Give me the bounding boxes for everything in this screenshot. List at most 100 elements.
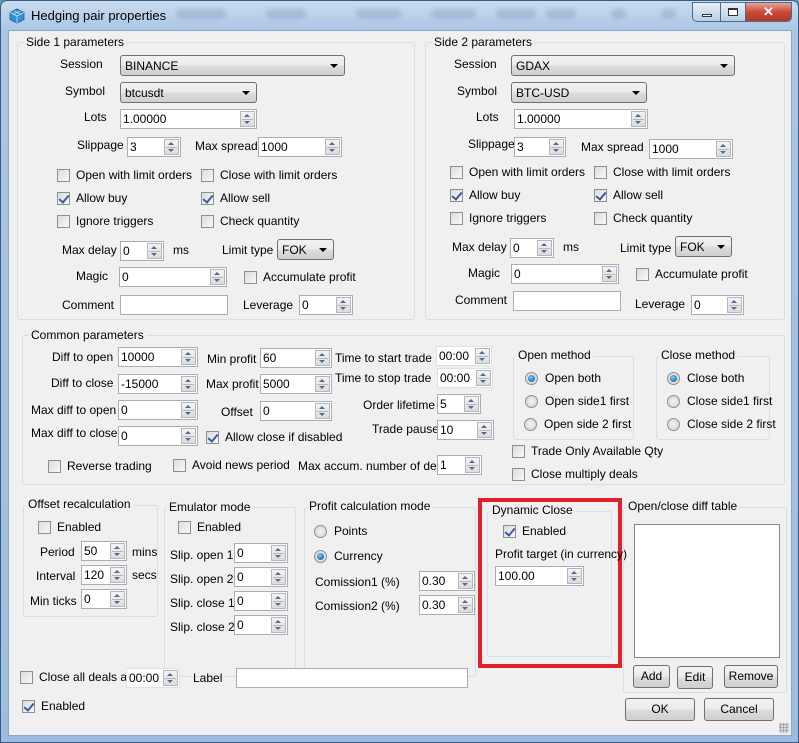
resize-grip-icon[interactable] xyxy=(779,723,789,733)
diff-table-list[interactable] xyxy=(634,524,780,658)
min-ticks-spinner[interactable]: 0 xyxy=(81,589,127,609)
spin-arrows-icon[interactable] xyxy=(271,545,286,561)
slip-open2-spinner[interactable]: 0 xyxy=(234,567,288,587)
spin-arrows-icon[interactable] xyxy=(271,569,286,585)
profit-target-spinner[interactable]: 100.00 xyxy=(495,566,584,586)
side2-allow-sell-checkbox[interactable]: Allow sell xyxy=(594,188,663,202)
close-all-deals-checkbox[interactable]: Close all deals at xyxy=(20,670,130,684)
emulator-enabled-checkbox[interactable]: Enabled xyxy=(178,520,241,534)
diff-open-spinner[interactable]: 10000 xyxy=(118,347,198,367)
side2-ignore-triggers-checkbox[interactable]: Ignore triggers xyxy=(450,211,546,225)
offset-spinner[interactable]: 0 xyxy=(260,401,332,421)
time-start-spinner[interactable]: 00:00 xyxy=(436,346,492,366)
side2-max-delay-spinner[interactable]: 0 xyxy=(510,238,554,258)
edit-button[interactable]: Edit xyxy=(677,666,713,689)
reverse-trading-checkbox[interactable]: Reverse trading xyxy=(48,459,152,473)
side1-accumulate-checkbox[interactable]: Accumulate profit xyxy=(244,270,356,284)
side2-allow-buy-checkbox[interactable]: Allow buy xyxy=(450,188,520,202)
spin-arrows-icon[interactable] xyxy=(336,297,351,313)
max-diff-close-spinner[interactable]: 0 xyxy=(118,426,198,446)
trade-only-available-checkbox[interactable]: Trade Only Available Qty xyxy=(512,444,663,458)
side2-session-select[interactable]: GDAX xyxy=(511,55,735,76)
side2-magic-spinner[interactable]: 0 xyxy=(511,264,619,284)
side1-slippage-spinner[interactable]: 3 xyxy=(127,137,181,157)
close-method-option[interactable]: Close side1 first xyxy=(667,394,772,408)
side2-check-quantity-checkbox[interactable]: Check quantity xyxy=(594,211,692,225)
spin-arrows-icon[interactable] xyxy=(271,617,286,633)
spin-arrows-icon[interactable] xyxy=(110,567,125,583)
spin-arrows-icon[interactable] xyxy=(602,266,617,282)
label-input[interactable] xyxy=(236,668,468,688)
spin-arrows-icon[interactable] xyxy=(567,568,582,584)
spin-arrows-icon[interactable] xyxy=(476,370,491,386)
side1-symbol-select[interactable]: btcusdt xyxy=(120,82,257,103)
side2-max-spread-spinner[interactable]: 1000 xyxy=(649,139,733,159)
slip-close1-spinner[interactable]: 0 xyxy=(234,591,288,611)
commission2-spinner[interactable]: 0.30 xyxy=(419,595,475,615)
side2-slippage-spinner[interactable]: 3 xyxy=(514,137,566,157)
cancel-button[interactable]: Cancel xyxy=(704,698,774,721)
close-method-option[interactable]: Close side 2 first xyxy=(667,417,776,431)
minimize-button[interactable] xyxy=(692,2,720,22)
period-spinner[interactable]: 50 xyxy=(81,541,127,561)
open-method-option[interactable]: Open side 2 first xyxy=(524,417,631,431)
order-lifetime-spinner[interactable]: 5 xyxy=(437,394,481,414)
spin-arrows-icon[interactable] xyxy=(181,402,196,418)
spin-arrows-icon[interactable] xyxy=(477,422,492,438)
side1-check-quantity-checkbox[interactable]: Check quantity xyxy=(201,214,299,228)
spin-arrows-icon[interactable] xyxy=(727,297,742,313)
commission1-spinner[interactable]: 0.30 xyxy=(419,571,475,591)
spin-arrows-icon[interactable] xyxy=(631,111,646,127)
profit-calc-option-points[interactable]: Points xyxy=(314,524,367,538)
side1-comment-input[interactable] xyxy=(120,295,228,315)
side1-max-spread-spinner[interactable]: 1000 xyxy=(258,137,342,157)
min-profit-spinner[interactable]: 60 xyxy=(260,348,332,368)
spin-arrows-icon[interactable] xyxy=(464,396,479,412)
side1-magic-spinner[interactable]: 0 xyxy=(119,267,227,287)
close-all-time-spinner[interactable]: 00:00 xyxy=(126,668,180,688)
spin-arrows-icon[interactable] xyxy=(110,591,125,607)
spin-arrows-icon[interactable] xyxy=(210,269,225,285)
allow-close-disabled-checkbox[interactable]: Allow close if disabled xyxy=(206,430,342,444)
enabled-checkbox[interactable]: Enabled xyxy=(22,699,85,713)
slip-close2-spinner[interactable]: 0 xyxy=(234,615,288,635)
spin-arrows-icon[interactable] xyxy=(549,139,564,155)
diff-close-spinner[interactable]: -15000 xyxy=(118,374,198,394)
open-method-option[interactable]: Open both xyxy=(525,371,601,385)
trade-pause-spinner[interactable]: 10 xyxy=(437,420,494,440)
side1-lots-spinner[interactable]: 1.00000 xyxy=(120,109,257,129)
title-bar[interactable]: Hedging pair properties ✕ xyxy=(1,1,798,31)
spin-arrows-icon[interactable] xyxy=(163,670,178,686)
max-profit-spinner[interactable]: 5000 xyxy=(260,374,332,394)
interval-spinner[interactable]: 120 xyxy=(81,565,127,585)
spin-arrows-icon[interactable] xyxy=(315,403,330,419)
remove-button[interactable]: Remove xyxy=(724,665,778,688)
side2-close-limit-checkbox[interactable]: Close with limit orders xyxy=(594,165,730,179)
spin-arrows-icon[interactable] xyxy=(315,350,330,366)
side2-accumulate-checkbox[interactable]: Accumulate profit xyxy=(636,267,748,281)
close-method-option[interactable]: Close both xyxy=(667,371,744,385)
profit-calc-option-currency[interactable]: Currency xyxy=(314,549,383,563)
side1-open-limit-checkbox[interactable]: Open with limit orders xyxy=(57,168,192,182)
ok-button[interactable]: OK xyxy=(625,698,695,721)
side1-close-limit-checkbox[interactable]: Close with limit orders xyxy=(201,168,337,182)
close-button[interactable]: ✕ xyxy=(746,2,792,22)
spin-arrows-icon[interactable] xyxy=(475,348,490,364)
side2-limit-type-select[interactable]: FOK xyxy=(675,236,732,257)
slip-open1-spinner[interactable]: 0 xyxy=(234,543,288,563)
spin-arrows-icon[interactable] xyxy=(147,243,162,259)
side2-lots-spinner[interactable]: 1.00000 xyxy=(514,109,648,129)
spin-arrows-icon[interactable] xyxy=(240,111,255,127)
side2-open-limit-checkbox[interactable]: Open with limit orders xyxy=(450,165,585,179)
side1-leverage-spinner[interactable]: 0 xyxy=(299,295,353,315)
maximize-button[interactable] xyxy=(720,2,746,22)
side1-session-select[interactable]: BINANCE xyxy=(120,55,345,76)
spin-arrows-icon[interactable] xyxy=(271,593,286,609)
time-stop-spinner[interactable]: 00:00 xyxy=(437,368,493,388)
spin-arrows-icon[interactable] xyxy=(537,240,552,256)
max-diff-open-spinner[interactable]: 0 xyxy=(118,400,198,420)
max-accum-spinner[interactable]: 1 xyxy=(437,455,482,475)
side2-symbol-select[interactable]: BTC-USD xyxy=(511,82,647,103)
add-button[interactable]: Add xyxy=(633,665,670,688)
open-method-option[interactable]: Open side1 first xyxy=(525,394,629,408)
